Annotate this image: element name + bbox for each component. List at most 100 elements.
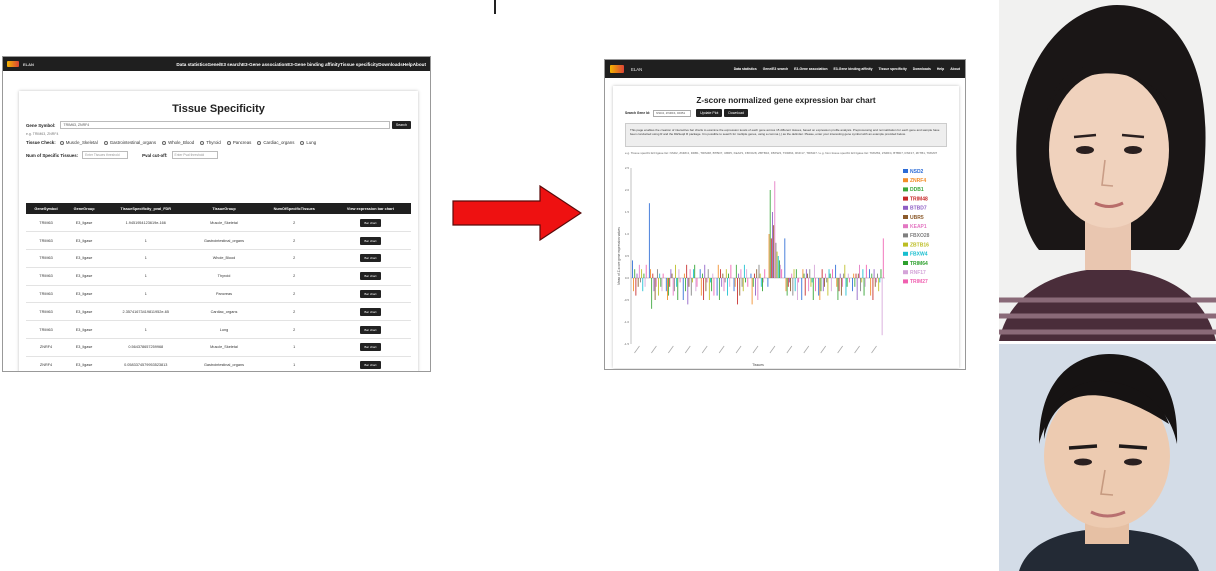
bar-BTBD7-T6[interactable] [721,278,723,287]
legend-label[interactable]: KEAP1 [910,224,927,230]
tissue-radio[interactable]: Cardiac_organs [257,140,294,145]
legend-label[interactable]: FBXW4 [910,252,928,258]
bar-DDB1-T14[interactable] [854,278,856,287]
bar-TRIM27-T14[interactable] [865,264,867,278]
bar-KEAP1-T14[interactable] [859,264,860,278]
bar-KEAP1-T6[interactable] [723,278,725,292]
bar-chart-button[interactable]: Bar chart [360,236,381,245]
bar-FBXO28-T7[interactable] [741,278,743,287]
bar-RNF17-T1[interactable] [644,278,646,287]
tissue-radio[interactable]: Thyroid [200,140,221,145]
bar-DDB1-T10[interactable] [786,278,788,296]
bar-NSD2-T7[interactable] [733,278,735,292]
bar-ZBTB16-T4[interactable] [691,278,693,283]
bar-TRIM27-T13[interactable] [848,278,850,283]
bar-ZBTB16-T6[interactable] [725,269,727,278]
bar-KEAP1-T4[interactable] [689,269,691,278]
pval-input[interactable]: Enter Pval threshold [171,151,218,159]
bar-ZBTB16-T9[interactable] [776,251,778,278]
bar-chart-button[interactable]: Bar chart [360,254,381,263]
bar-ZNRF4-T15[interactable] [870,278,872,296]
nav-item[interactable]: Help [403,62,413,67]
num-tissues-input[interactable]: Enter Tissues threshold [82,151,129,159]
bar-KEAP1-T13[interactable] [842,278,843,287]
bar-ZNRF4-T3[interactable] [667,278,668,300]
bar-KEAP1-T2[interactable] [655,278,657,287]
bar-TRIM64-T8[interactable] [762,278,763,292]
bar-ZNRF4-T1[interactable] [633,278,634,292]
nav-item[interactable]: Tissue specificity [879,67,907,71]
bar-TRIM48-T6[interactable] [720,269,721,278]
download-button[interactable]: Download [724,109,748,117]
legend-label[interactable]: UBR5 [910,215,924,221]
bar-ZBTB16-T1[interactable] [641,269,643,278]
bar-FBXO28-T11[interactable] [809,269,811,278]
bar-ZNRF4-T11[interactable] [802,269,804,278]
bar-FBXO28-T1[interactable] [640,278,641,283]
bar-RNF17-T6[interactable] [729,278,731,287]
bar-chart-button[interactable]: Bar chart [360,218,381,227]
bar-TRIM27-T3[interactable] [679,278,681,283]
bar-FBXW4-T14[interactable] [862,269,864,278]
bar-NSD2-T1[interactable] [632,260,633,278]
bar-UBR5-T15[interactable] [874,278,876,287]
bar-NSD2-T5[interactable] [699,269,701,278]
bar-UBR5-T3[interactable] [671,273,673,278]
bar-TRIM27-T2[interactable] [662,273,664,278]
bar-RNF17-T4[interactable] [695,278,697,292]
bar-FBXW4-T12[interactable] [828,269,830,278]
bar-BTBD7-T4[interactable] [687,278,689,305]
bar-DDB1-T1[interactable] [634,269,636,278]
bar-FBXO28-T15[interactable] [877,273,878,278]
legend-label[interactable]: ZNRF4 [910,178,926,184]
bar-TRIM64-T1[interactable] [643,273,645,278]
tissue-radio[interactable]: Gastrointestinal_organs [103,140,156,145]
bar-KEAP1-T3[interactable] [672,278,674,296]
bar-TRIM27-T1[interactable] [645,264,647,278]
bar-TRIM48-T1[interactable] [635,278,637,296]
nav-item[interactable]: Gene/E3 search [208,62,242,67]
bar-ZBTB16-T11[interactable] [810,278,812,287]
tissue-radio[interactable]: Lung [300,140,316,145]
bar-KEAP1-T12[interactable] [825,273,827,278]
bar-TRIM64-T12[interactable] [829,273,831,278]
bar-DDB1-T15[interactable] [871,273,873,278]
bar-TRIM64-T11[interactable] [812,278,814,300]
legend-label[interactable]: TRIM27 [910,279,928,285]
bar-KEAP1-T5[interactable] [706,278,708,283]
bar-RNF17-T15[interactable] [881,278,883,336]
bar-FBXO28-T2[interactable] [656,269,658,278]
bar-FBXW4-T9[interactable] [777,256,779,278]
bar-DDB1-T3[interactable] [668,278,670,296]
tissue-radio[interactable]: Whole_Blood [162,140,194,145]
bar-TRIM64-T3[interactable] [677,278,679,300]
nav-item[interactable]: Tissue specificity [340,62,378,67]
bar-UBR5-T4[interactable] [688,278,690,287]
bar-KEAP1-T1[interactable] [638,264,640,278]
gene-symbol-input[interactable]: TRIM63, ZNRF4 [59,121,390,129]
bar-FBXO28-T5[interactable] [707,269,709,278]
bar-UBR5-T14[interactable] [857,273,859,278]
bar-TRIM64-T15[interactable] [880,269,882,278]
legend-label[interactable]: TRIM48 [910,196,928,202]
bar-BTBD7-T1[interactable] [636,273,638,278]
legend-label[interactable]: NSD2 [910,169,924,175]
bar-ZBTB16-T14[interactable] [861,278,863,283]
bar-NSD2-T8[interactable] [750,273,752,278]
bar-KEAP1-T15[interactable] [875,278,877,283]
bar-UBR5-T2[interactable] [654,278,656,300]
legend-label[interactable]: ZBTB16 [910,242,929,248]
bar-RNF17-T13[interactable] [847,273,849,278]
bar-ZNRF4-T5[interactable] [700,278,702,296]
bar-ZBTB16-T13[interactable] [844,264,846,278]
bar-TRIM27-T11[interactable] [815,278,816,292]
bar-FBXW4-T7[interactable] [743,264,745,278]
bar-RNF17-T9[interactable] [780,264,781,278]
bar-chart-button[interactable]: Bar chart [360,343,381,352]
bar-NSD2-T14[interactable] [852,278,853,292]
bar-KEAP1-T10[interactable] [791,273,793,278]
nav-item[interactable]: About [950,67,960,71]
bar-FBXW4-T6[interactable] [727,278,728,296]
bar-TRIM48-T8[interactable] [753,273,755,278]
bar-FBXO28-T10[interactable] [792,278,794,296]
